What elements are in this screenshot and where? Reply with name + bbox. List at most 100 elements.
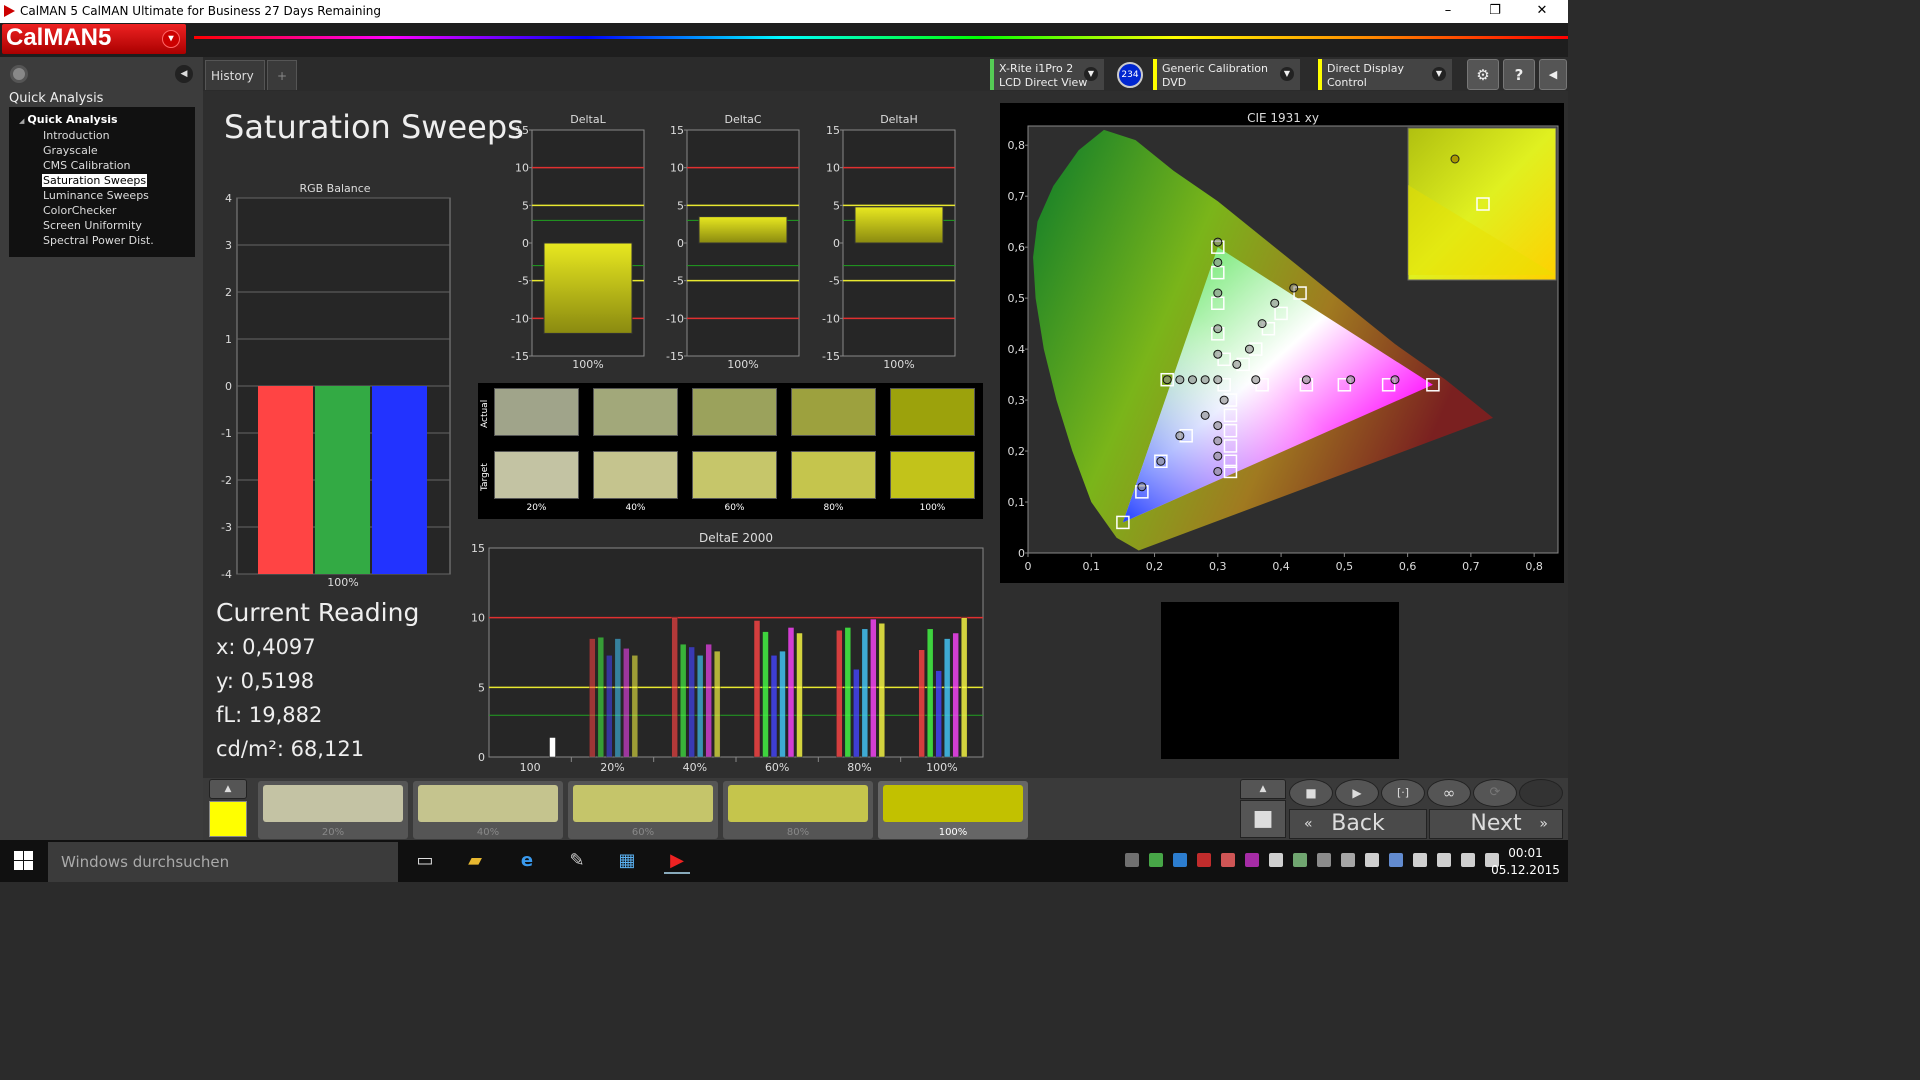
tree-item-screen-uniformity[interactable]: Screen Uniformity — [9, 219, 195, 234]
source-device[interactable]: Generic Calibration DVD ▼ — [1153, 59, 1300, 90]
add-tab-button[interactable]: + — [267, 60, 297, 90]
tree-item-saturation-sweeps[interactable]: Saturation Sweeps — [9, 174, 195, 189]
point-swatch-60[interactable]: 60% — [568, 781, 718, 839]
refresh-icon[interactable]: ⟳ — [1473, 779, 1517, 807]
tray-icon[interactable] — [1317, 853, 1331, 867]
meter-badge[interactable]: 234 — [1117, 62, 1143, 88]
close-button[interactable]: ✕ — [1532, 3, 1552, 18]
play-icon[interactable]: ▶ — [1335, 779, 1379, 807]
tree-item-cms-calibration[interactable]: CMS Calibration — [9, 159, 195, 174]
paint-icon[interactable]: ✎ — [564, 848, 590, 874]
chart-title: RGB Balance — [299, 182, 370, 195]
scroll-up-button[interactable]: ▲ — [1240, 779, 1286, 799]
help-icon[interactable]: ? — [1503, 59, 1535, 90]
point-swatch-20[interactable]: 20% — [258, 781, 408, 839]
tray-icon[interactable] — [1197, 853, 1211, 867]
target-label: Target — [480, 463, 490, 491]
measured-point — [1251, 375, 1261, 385]
y-tick-label: 0,1 — [1008, 496, 1026, 509]
chevron-down-icon[interactable]: ▼ — [1432, 67, 1446, 81]
next-button[interactable]: Next » — [1429, 809, 1563, 839]
tray-icon[interactable] — [1365, 853, 1379, 867]
x-tick-label: 100% — [926, 761, 957, 774]
task-view-icon[interactable]: ▭ — [412, 848, 438, 874]
tray-icon[interactable] — [1341, 853, 1355, 867]
tab-history-1[interactable]: History 1 — [205, 60, 265, 113]
deltae-bar — [696, 655, 704, 758]
chevron-down-icon[interactable]: ▼ — [1280, 67, 1294, 81]
y-tick-label: 10 — [826, 162, 840, 175]
collapse-sidebar-icon[interactable]: ◀ — [175, 65, 193, 83]
tray-icon[interactable] — [1389, 853, 1403, 867]
tree-item-colorchecker[interactable]: ColorChecker — [9, 204, 195, 219]
keyboard-icon[interactable] — [1485, 853, 1499, 867]
record-icon[interactable] — [1519, 779, 1563, 807]
tray-icon[interactable] — [1269, 853, 1283, 867]
tray-icon[interactable] — [1149, 853, 1163, 867]
measured-point — [1213, 436, 1223, 446]
y-tick-label: 5 — [522, 199, 529, 212]
measured-point — [1346, 375, 1356, 385]
stop-button[interactable]: ■ — [1240, 800, 1286, 838]
reading-y: y: 0,5198 — [216, 669, 315, 693]
wifi-icon[interactable] — [1437, 853, 1451, 867]
chevron-down-icon[interactable]: ▾ — [162, 30, 180, 48]
read-series-icon[interactable]: [·] — [1381, 779, 1425, 807]
clock[interactable]: 00:01 05.12.2015 — [1488, 845, 1563, 879]
tray-icon[interactable] — [1125, 853, 1139, 867]
edge-icon[interactable]: e — [514, 848, 540, 874]
taskbar-search[interactable]: Windows durchsuchen — [48, 842, 398, 882]
deltae-bar — [787, 627, 795, 758]
tray-icon[interactable] — [1173, 853, 1187, 867]
chart-title: DeltaL — [570, 113, 606, 126]
back-button[interactable]: « Back — [1289, 809, 1427, 839]
measured-point — [1200, 375, 1210, 385]
current-color-swatch — [209, 801, 247, 837]
file-explorer-icon[interactable]: ▰ — [462, 848, 488, 874]
deltae-bar — [614, 638, 622, 758]
calman-logo-menu[interactable]: CalMAN5 ▾ — [2, 24, 186, 54]
point-swatch-40[interactable]: 40% — [413, 781, 563, 839]
tree-item-spectral-power[interactable]: Spectral Power Dist. — [9, 234, 195, 249]
deltae-bar — [597, 636, 605, 758]
tree-item-luminance-sweeps[interactable]: Luminance Sweeps — [9, 189, 195, 204]
calman-taskbar-icon[interactable]: ▶ — [664, 848, 690, 874]
measured-point — [1257, 319, 1267, 329]
windows-start-icon[interactable] — [14, 851, 34, 871]
collapse-icon[interactable]: ◀ — [1539, 59, 1567, 90]
tray-icon[interactable] — [1221, 853, 1235, 867]
record-icon[interactable] — [10, 65, 28, 83]
tree-item-introduction[interactable]: Introduction — [9, 129, 195, 144]
tray-icon[interactable] — [1293, 853, 1307, 867]
minimize-button[interactable]: – — [1438, 3, 1458, 18]
deltae-2000-chart: DeltaE 2000 15 10 5 0 100 20% 40% 60% 80% 100% — [471, 531, 984, 774]
scroll-up-button[interactable]: ▲ — [209, 779, 247, 799]
swatch-label: 100% — [919, 503, 946, 513]
expander-icon[interactable]: ◢ — [19, 117, 24, 125]
swatch-label: 40% — [476, 827, 500, 838]
loop-icon[interactable]: ∞ — [1427, 779, 1471, 807]
x-tick-label: 100% — [327, 576, 358, 589]
battery-icon[interactable] — [1413, 853, 1427, 867]
measured-point — [1289, 283, 1299, 293]
clock-date: 05.12.2015 — [1491, 863, 1560, 877]
display-device[interactable]: Direct Display Control ▼ — [1318, 59, 1452, 90]
point-swatch-80[interactable]: 80% — [723, 781, 873, 839]
y-tick-label: 0,2 — [1008, 445, 1026, 458]
tray-icon[interactable] — [1245, 853, 1259, 867]
volume-icon[interactable] — [1461, 853, 1475, 867]
stop-icon[interactable]: ■ — [1289, 779, 1333, 807]
point-swatch-100[interactable]: 100% — [878, 781, 1028, 839]
restore-button[interactable]: ❐ — [1485, 3, 1505, 18]
deltae-bar — [631, 655, 639, 758]
meter-device[interactable]: X-Rite i1Pro 2 LCD Direct View ▼ — [990, 59, 1104, 90]
delta-bar — [698, 216, 788, 244]
chevron-down-icon[interactable]: ▼ — [1084, 67, 1098, 81]
tree-root[interactable]: ◢ Quick Analysis — [9, 113, 195, 129]
y-tick-label: -4 — [221, 568, 232, 581]
y-tick-label: 0,7 — [1008, 190, 1026, 203]
tree-item-grayscale[interactable]: Grayscale — [9, 144, 195, 159]
gear-icon[interactable]: ⚙ — [1467, 59, 1499, 90]
store-icon[interactable]: ▦ — [614, 848, 640, 874]
x-tick-label: 0,3 — [1209, 560, 1227, 573]
